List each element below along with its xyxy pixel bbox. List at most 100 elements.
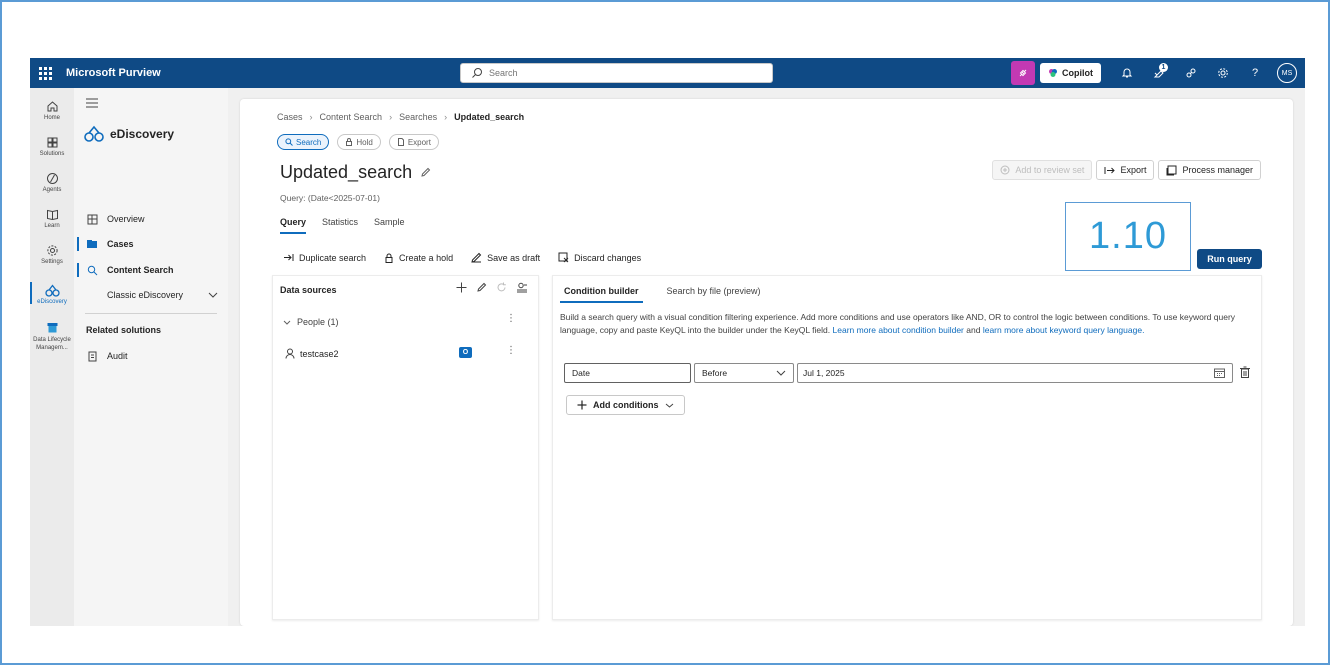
home-icon <box>47 100 57 111</box>
app-name[interactable]: Microsoft Purview <box>66 67 161 79</box>
settings-button[interactable] <box>1207 58 1239 88</box>
nav-title: eDiscovery <box>84 125 174 143</box>
search-icon <box>87 265 97 275</box>
rail-label-settings: Settings <box>41 258 63 265</box>
pill-search[interactable]: Search <box>277 134 330 150</box>
pinned-app-button[interactable] <box>1011 61 1035 85</box>
duplicate-search-button[interactable]: Duplicate search <box>283 252 366 263</box>
more-options-icon[interactable]: ⋮ <box>506 346 516 356</box>
audit-icon <box>88 351 96 361</box>
condition-row: Date Before Jul 1, 2025 <box>564 363 1233 383</box>
rail-item-ediscovery[interactable]: eDiscovery <box>30 276 74 312</box>
edit-pencil-icon[interactable] <box>420 167 431 178</box>
version-label: 1.10 <box>1065 202 1191 271</box>
pill-export[interactable]: Export <box>388 134 439 150</box>
notification-badge: 1 <box>1159 63 1168 72</box>
tab-search-by-file[interactable]: Search by file (preview) <box>663 286 765 303</box>
condition-date-input[interactable]: Jul 1, 2025 <box>797 363 1233 383</box>
learn-more-keyword-link[interactable]: learn more about keyword query language. <box>983 325 1145 335</box>
tab-condition-builder[interactable]: Condition builder <box>560 286 643 303</box>
avatar[interactable]: MS <box>1277 63 1297 83</box>
process-manager-button[interactable]: Process manager <box>1158 160 1261 180</box>
copilot-button[interactable]: Copilot <box>1040 63 1101 83</box>
tab-sample[interactable]: Sample <box>374 217 405 234</box>
nav-item-classic-ediscovery[interactable]: Classic eDiscovery <box>77 284 222 306</box>
breadcrumb-content-search[interactable]: Content Search <box>320 112 383 122</box>
screenshot-frame: Microsoft Purview Copilot 1 <box>0 0 1330 665</box>
solutions-icon <box>47 137 57 147</box>
rail-label-data-lifecycle: Data Lifecycle Managem... <box>33 336 71 351</box>
create-hold-button[interactable]: Create a hold <box>384 252 453 263</box>
tab-statistics[interactable]: Statistics <box>322 217 358 234</box>
pill-export-label: Export <box>407 137 431 147</box>
export-button[interactable]: Export <box>1096 160 1155 180</box>
calendar-icon[interactable] <box>1214 368 1225 378</box>
nav-item-cases[interactable]: Cases <box>77 233 222 255</box>
pill-search-label: Search <box>296 137 322 147</box>
settings-icon <box>46 244 58 256</box>
search-icon <box>285 138 293 146</box>
people-group-label: People (1) <box>297 317 339 327</box>
edit-pencil-icon[interactable] <box>476 282 487 293</box>
rail-label-home: Home <box>43 114 60 121</box>
nav-item-audit[interactable]: Audit <box>77 345 222 367</box>
add-to-review-set-button[interactable]: Add to review set <box>992 160 1093 180</box>
app-launcher-button[interactable] <box>30 58 60 88</box>
condition-builder-panel: Condition builder Search by file (previe… <box>552 275 1262 620</box>
global-search-input[interactable] <box>489 68 749 78</box>
hamburger-icon[interactable] <box>86 98 98 108</box>
rail-item-home[interactable]: Home <box>30 92 74 128</box>
copilot-icon <box>1049 69 1057 77</box>
more-options-icon[interactable]: ⋮ <box>506 314 516 324</box>
condition-field-select[interactable]: Date <box>564 363 691 383</box>
rail-item-settings[interactable]: Settings <box>30 236 74 272</box>
pill-hold-label: Hold <box>356 137 373 147</box>
condition-field-value: Date <box>572 368 590 378</box>
nav-item-overview[interactable]: Overview <box>77 208 222 230</box>
search-type-pills: Search Hold Export <box>277 134 439 150</box>
run-query-button[interactable]: Run query <box>1197 249 1262 269</box>
condition-operator-select[interactable]: Before <box>694 363 794 383</box>
learn-icon <box>46 209 58 220</box>
discard-icon <box>558 252 569 263</box>
add-circle-icon <box>1000 165 1010 175</box>
breadcrumb-cases[interactable]: Cases <box>277 112 303 122</box>
chevron-right-icon: › <box>444 112 448 122</box>
rail-item-learn[interactable]: Learn <box>30 200 74 236</box>
save-draft-button[interactable]: Save as draft <box>471 252 540 263</box>
search-icon <box>472 68 482 78</box>
global-search-box[interactable] <box>460 63 773 83</box>
rail-label-ediscovery: eDiscovery <box>37 298 67 305</box>
nav-item-overview-label: Overview <box>107 214 145 224</box>
breadcrumb-searches[interactable]: Searches <box>399 112 437 122</box>
rail-item-solutions[interactable]: Solutions <box>30 128 74 164</box>
data-source-row[interactable]: testcase2 <box>285 348 339 359</box>
learn-more-builder-link[interactable]: Learn more about condition builder <box>833 325 964 335</box>
export-label: Export <box>1120 165 1147 175</box>
delete-condition-icon[interactable] <box>1240 366 1250 378</box>
cases-icon <box>87 240 97 248</box>
header-actions: Add to review set Export Process manager <box>992 160 1261 180</box>
refresh-icon[interactable] <box>496 282 507 293</box>
query-summary: Query: (Date<2025-07-01) <box>280 193 380 203</box>
ediscovery-logo-icon <box>84 125 104 142</box>
save-draft-label: Save as draft <box>487 252 541 263</box>
add-conditions-button[interactable]: Add conditions <box>566 395 685 415</box>
nav-divider <box>85 313 217 314</box>
whats-new-button[interactable]: 1 <box>1143 58 1175 88</box>
pill-hold[interactable]: Hold <box>337 134 381 150</box>
share-button[interactable] <box>1175 58 1207 88</box>
nav-item-content-search-label: Content Search <box>107 265 174 275</box>
data-sources-toolbar <box>456 282 528 293</box>
add-icon[interactable] <box>456 282 467 293</box>
tab-query[interactable]: Query <box>280 217 307 234</box>
manage-sources-icon[interactable] <box>516 282 528 293</box>
notifications-button[interactable] <box>1111 58 1143 88</box>
rail-item-data-lifecycle[interactable]: Data Lifecycle Managem... <box>30 312 74 360</box>
help-button[interactable]: ? <box>1239 58 1271 88</box>
nav-item-content-search[interactable]: Content Search <box>77 259 222 281</box>
discard-changes-button[interactable]: Discard changes <box>558 252 641 263</box>
people-group-toggle[interactable]: People (1) <box>283 317 339 327</box>
page-title-text: Updated_search <box>280 162 413 182</box>
rail-item-agents[interactable]: Agents <box>30 164 74 200</box>
